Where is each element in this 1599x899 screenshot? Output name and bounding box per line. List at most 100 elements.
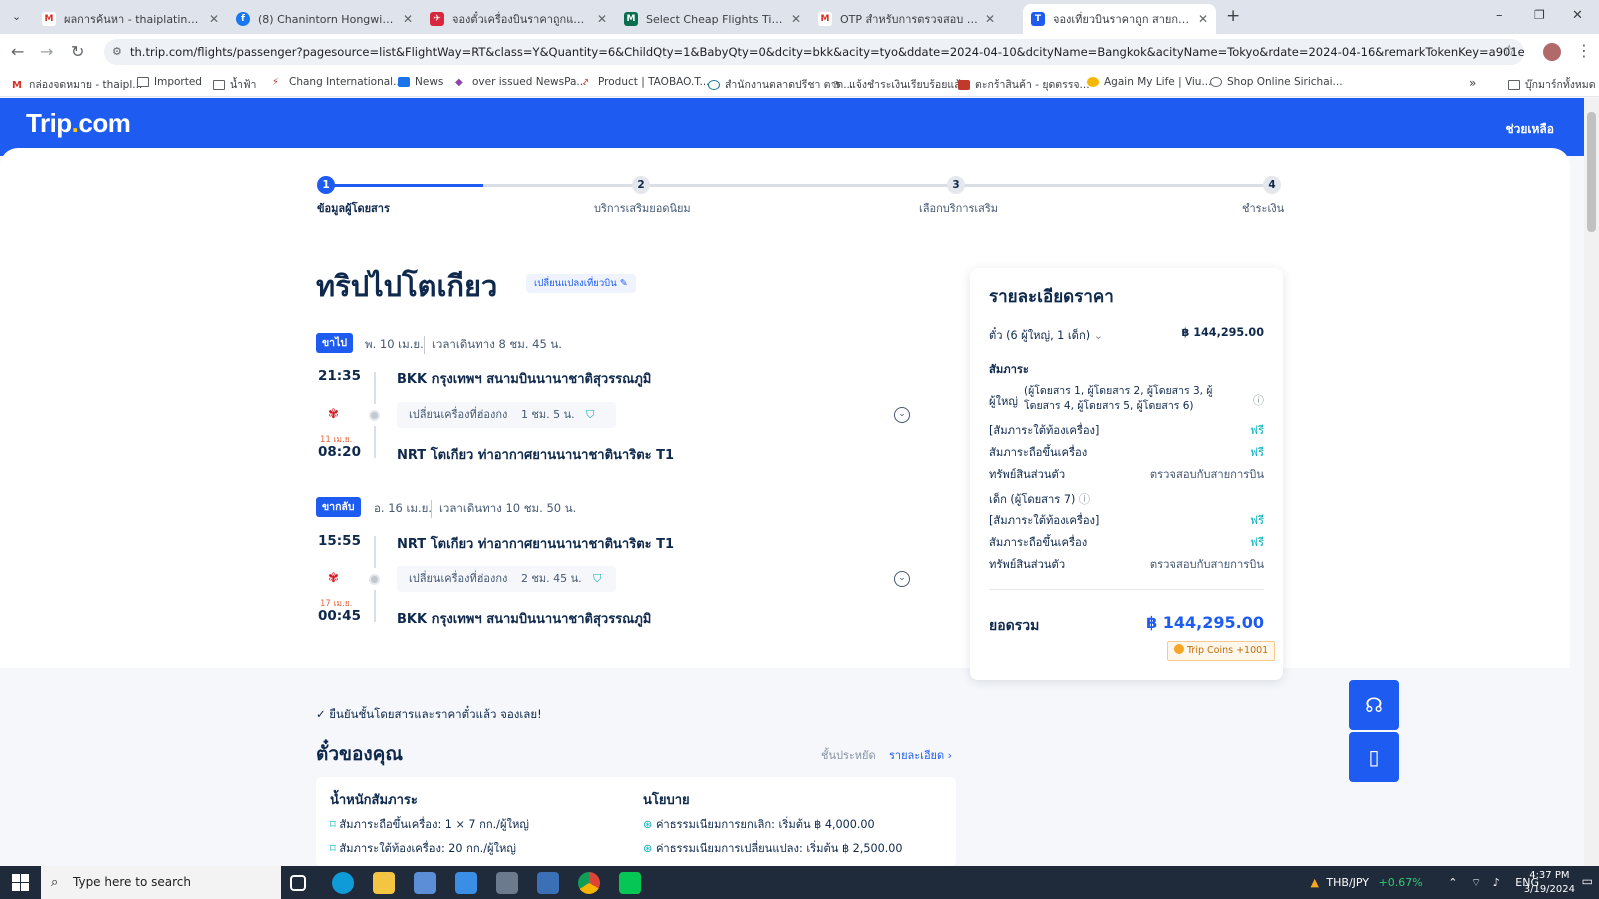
close-tab-icon[interactable]: ✕	[597, 12, 607, 26]
customer-support-button[interactable]: ☊	[1349, 680, 1399, 730]
expand-return-chevron-icon[interactable]: ⌄	[894, 571, 910, 587]
network-icon[interactable]: ⌔	[1471, 876, 1481, 889]
task-view-icon[interactable]	[290, 875, 306, 891]
file-explorer-icon[interactable]	[373, 872, 395, 894]
back-icon[interactable]: ←	[11, 42, 24, 61]
bookmark-star-icon[interactable]: ☆	[1502, 41, 1516, 60]
total-price: ฿ 144,295.00	[1146, 613, 1264, 632]
return-transfer-info: เปลี่ยนเครื่องที่ฮ่องกง 2 ชม. 45 น. ⛉	[397, 566, 616, 592]
checked-text: สัมภาระใต้ท้องเครื่อง: 20 กก./ผู้ใหญ่	[339, 842, 516, 855]
site-info-icon[interactable]: ⚙	[112, 39, 122, 65]
info-icon[interactable]: ⓘ	[1253, 392, 1264, 408]
chevron-down-icon: ⌄	[1093, 329, 1104, 342]
bookmark-item[interactable]: M กล่องจดหมาย - thaipl...	[12, 76, 142, 93]
close-tab-icon[interactable]: ✕	[209, 12, 219, 26]
mail-icon[interactable]	[455, 872, 477, 894]
change-flight-button[interactable]: เปลี่ยนแปลงเที่ยวบิน ✎	[526, 274, 636, 293]
taskbar-clock[interactable]: 4:37 PM 3/19/2024	[1524, 869, 1575, 897]
bookmark-item[interactable]: Shop Online Sirichai...	[1210, 76, 1343, 88]
policy-heading: นโยบาย	[643, 793, 690, 808]
close-tab-icon[interactable]: ✕	[791, 12, 801, 26]
minimize-icon[interactable]: –	[1496, 8, 1503, 23]
bookmark-item[interactable]: ตะกร้าสินค้า - ยุดตรรจ...	[958, 76, 1090, 93]
outbound-arrival-airport: NRT โตเกียว ท่าอากาศยานนานาชาตินาริตะ T1	[397, 448, 675, 463]
child-label-text: เด็ก (ผู้โดยสาร 7)	[989, 493, 1076, 506]
bookmark-item[interactable]: Again My Life | Viu...	[1087, 76, 1211, 88]
baggage-heading: สัมภาระ	[989, 363, 1029, 376]
volume-icon[interactable]: ♪	[1493, 876, 1500, 889]
browser-tab[interactable]: M ผลการค้นหา - thaiplating.tpi@gm ✕	[34, 4, 227, 34]
change-fee: ⊛ ค่าธรรมเนียมการเปลี่ยนแปลง: เริ่มต้น ฿…	[643, 839, 903, 857]
browser-tab[interactable]: M Select Cheap Flights Tickets | A ✕	[616, 4, 809, 34]
edit-icon: ✎	[619, 278, 628, 289]
app-icon[interactable]	[537, 872, 559, 894]
class-code: ชั้นประหยัด	[821, 749, 876, 762]
change-flight-label: เปลี่ยนแปลงเที่ยวบิน	[534, 278, 617, 289]
browser-tab[interactable]: f (8) Chanintorn Hongwiangjan | ✕	[228, 4, 421, 34]
bookmark-item[interactable]: ◔ แจ้งชำระเงินเรียบร้อยแล้...	[832, 76, 971, 93]
change-fee-text: ค่าธรรมเนียมการเปลี่ยนแปลง: เริ่มต้น ฿ 2…	[655, 842, 903, 855]
expand-outbound-chevron-icon[interactable]: ⌄	[894, 407, 910, 423]
tab-title: OTP สำหรับการตรวจสอบ - oat.me	[840, 13, 979, 26]
line-icon[interactable]	[619, 872, 641, 894]
tab-title: จองเที่ยวบินราคาถูก สายการบินแบบ	[1053, 13, 1192, 26]
child-personal-item: ทรัพย์สินส่วนตัว	[989, 558, 1066, 571]
more-bookmarks-icon[interactable]: »	[1469, 76, 1476, 90]
browser-tab-active[interactable]: T จองเที่ยวบินราคาถูก สายการบินแบบ ✕	[1023, 4, 1216, 34]
adult-carry-on: สัมภาระถือขึ้นเครื่อง	[989, 446, 1088, 459]
windows-start-icon[interactable]	[12, 874, 29, 891]
new-tab-button[interactable]: +	[1226, 6, 1240, 26]
shield-icon: ⛉	[593, 572, 602, 585]
bookmark-label: Shop Online Sirichai...	[1227, 76, 1343, 88]
scrollbar-thumb[interactable]	[1587, 112, 1596, 232]
details-label: รายละเอียด	[889, 749, 945, 762]
return-duration: เวลาเดินทาง 10 ชม. 50 น.	[431, 500, 576, 518]
notification-icon[interactable]: ▭	[1582, 874, 1593, 888]
bookmark-item[interactable]: ◆ over issued NewsPa...	[455, 76, 586, 88]
url-input[interactable]: ⚙ th.trip.com/flights/passenger?pagesour…	[104, 39, 1524, 65]
info-icon[interactable]: ⓘ	[1079, 493, 1090, 506]
bookmark-folder[interactable]: น้ำฟ้า	[213, 76, 256, 93]
adult-passengers: (ผู้โดยสาร 1, ผู้โดยสาร 2, ผู้โดยสาร 3, …	[1024, 384, 1212, 414]
adult-checked-baggage-value: ฟรี	[1250, 424, 1264, 437]
chrome-icon[interactable]	[578, 872, 600, 894]
close-tab-icon[interactable]: ✕	[403, 12, 413, 26]
bookmark-folder[interactable]: Imported	[137, 76, 202, 88]
edge-icon[interactable]	[332, 872, 354, 894]
close-tab-icon[interactable]: ✕	[1198, 12, 1208, 26]
chevron-right-icon: ›	[947, 749, 953, 762]
news-icon	[398, 77, 410, 87]
ticket-label: ตั๋ว (6 ผู้ใหญ่, 1 เด็ก)	[989, 329, 1091, 342]
browser-tab[interactable]: ✈ จองตั๋วเครื่องบินราคาถูกและเที่ยวบิน ✕	[422, 4, 615, 34]
ticket-details-link[interactable]: รายละเอียด ›	[889, 746, 952, 764]
restore-icon[interactable]: ❐	[1534, 8, 1545, 22]
close-window-icon[interactable]: ✕	[1572, 8, 1583, 23]
browser-menu-icon[interactable]: ⋮	[1576, 41, 1592, 60]
transfer-city: เปลี่ยนเครื่องที่ฮ่องกง	[409, 572, 508, 585]
ticket-summary-toggle[interactable]: ตั๋ว (6 ผู้ใหญ่, 1 เด็ก) ⌄	[989, 326, 1103, 344]
bookmark-item[interactable]: ↗ Product | TAOBAO.T...	[581, 76, 710, 88]
mobile-app-button[interactable]: ▯	[1349, 732, 1399, 782]
help-link[interactable]: ช่วยเหลือ	[1506, 120, 1555, 139]
browser-tab[interactable]: M OTP สำหรับการตรวจสอบ - oat.me ✕	[810, 4, 1003, 34]
taskbar-search-input[interactable]: ⌕ Type here to search	[41, 866, 281, 899]
bookmark-item[interactable]: News	[398, 76, 443, 88]
cathay-airline-icon: ✾	[328, 407, 339, 422]
tab-search-icon[interactable]: ⌄	[12, 10, 21, 23]
bookmark-label: บุ๊กมาร์กทั้งหมด	[1525, 79, 1596, 91]
profile-avatar[interactable]	[1543, 43, 1561, 61]
trip-logo[interactable]: Trip.com	[26, 108, 131, 139]
trip-favicon-icon: T	[1031, 12, 1045, 26]
forward-icon[interactable]: →	[40, 42, 53, 61]
store-icon[interactable]	[414, 872, 436, 894]
suitcase-icon: ⌑	[330, 842, 336, 855]
adult-passengers-line: (ผู้โดยสาร 1, ผู้โดยสาร 2, ผู้โดยสาร 3, …	[1024, 385, 1213, 397]
return-arrival-airport: BKK กรุงเทพฯ สนามบินนานาชาติสุวรรณภูมิ	[397, 612, 652, 627]
calculator-icon[interactable]	[496, 872, 518, 894]
trip-coins-text: Trip Coins +1001	[1187, 645, 1269, 656]
close-tab-icon[interactable]: ✕	[985, 12, 995, 26]
bookmark-item[interactable]: ⚡ Chang International...	[272, 76, 403, 88]
reload-icon[interactable]: ↻	[71, 42, 84, 61]
tray-chevron-up-icon[interactable]: ⌃	[1448, 876, 1457, 889]
all-bookmarks-folder[interactable]: บุ๊กมาร์กทั้งหมด	[1508, 76, 1596, 93]
